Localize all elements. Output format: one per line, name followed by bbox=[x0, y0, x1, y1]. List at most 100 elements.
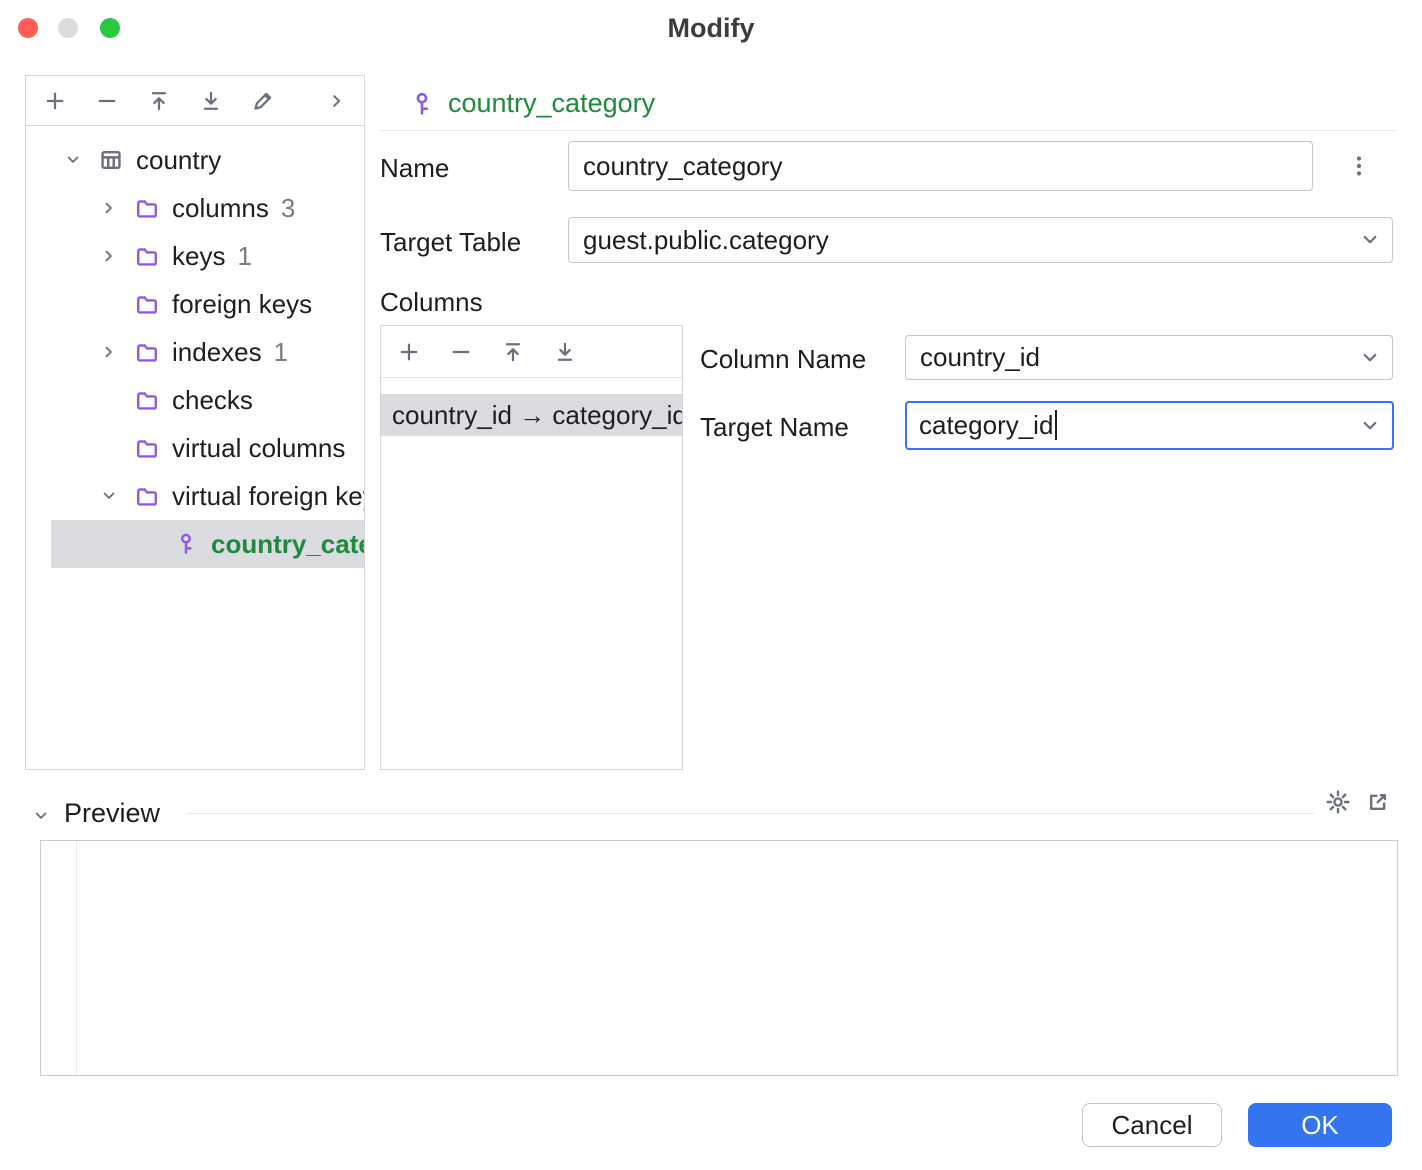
chevron-down-icon[interactable] bbox=[96, 486, 122, 506]
titlebar: Modify bbox=[0, 0, 1422, 56]
divider bbox=[378, 130, 1398, 131]
remove-button[interactable] bbox=[90, 84, 124, 118]
tree-item-count: 1 bbox=[237, 241, 251, 272]
remove-icon bbox=[449, 340, 473, 364]
tree-item-label: country_category bbox=[211, 529, 364, 560]
tree-item-country-category-selected[interactable]: country_category bbox=[51, 520, 364, 568]
columns-panel: country_id → category_id bbox=[380, 325, 683, 770]
ok-button[interactable]: OK bbox=[1248, 1103, 1392, 1147]
chevron-right-icon[interactable] bbox=[96, 342, 122, 362]
add-icon bbox=[397, 340, 421, 364]
editor-gutter-divider bbox=[76, 841, 77, 1075]
target-table-select[interactable]: guest.public.category bbox=[568, 217, 1393, 263]
folder-icon bbox=[134, 339, 160, 365]
object-tree-panel: country columns 3 keys 1 foreign keys bbox=[25, 75, 365, 770]
modify-dialog: Modify country columns 3 bbox=[0, 0, 1422, 1170]
tree-item-checks[interactable]: checks bbox=[26, 376, 364, 424]
name-options-button[interactable] bbox=[1342, 146, 1376, 186]
remove-column-button[interactable] bbox=[444, 335, 478, 369]
move-down-button[interactable] bbox=[194, 84, 228, 118]
tree-item-country[interactable]: country bbox=[26, 136, 364, 184]
tree-item-columns[interactable]: columns 3 bbox=[26, 184, 364, 232]
columns-section-label: Columns bbox=[380, 287, 483, 318]
preview-settings-button[interactable] bbox=[1322, 786, 1354, 818]
key-icon bbox=[408, 90, 436, 118]
window-title: Modify bbox=[0, 13, 1422, 44]
move-column-up-button[interactable] bbox=[496, 335, 530, 369]
tree-item-label: indexes bbox=[172, 337, 262, 368]
tree-item-virtual-foreign-keys[interactable]: virtual foreign keys bbox=[26, 472, 364, 520]
folder-icon bbox=[134, 483, 160, 509]
open-in-window-button[interactable] bbox=[1362, 786, 1394, 818]
tree-item-count: 1 bbox=[274, 337, 288, 368]
add-icon bbox=[43, 89, 67, 113]
chevron-right-icon bbox=[326, 90, 348, 112]
tree-toolbar bbox=[26, 76, 364, 126]
preview-section-label: Preview bbox=[64, 798, 160, 829]
name-input[interactable] bbox=[568, 141, 1313, 191]
target-name-value: category_id bbox=[919, 410, 1358, 441]
folder-icon bbox=[134, 195, 160, 221]
form-header-title: country_category bbox=[448, 88, 655, 119]
chevron-down-icon[interactable] bbox=[60, 150, 86, 170]
edit-icon bbox=[251, 89, 275, 113]
folder-icon bbox=[134, 243, 160, 269]
tree-item-indexes[interactable]: indexes 1 bbox=[26, 328, 364, 376]
object-tree: country columns 3 keys 1 foreign keys bbox=[26, 126, 364, 568]
move-down-icon bbox=[553, 340, 577, 364]
remove-icon bbox=[95, 89, 119, 113]
tree-item-label: columns bbox=[172, 193, 269, 224]
columns-list: country_id → category_id bbox=[381, 378, 682, 436]
column-mapping-label: country_id → category_id bbox=[392, 400, 682, 431]
target-name-text: category_id bbox=[919, 410, 1053, 440]
tree-item-count: 3 bbox=[281, 193, 295, 224]
open-in-window-icon bbox=[1365, 789, 1391, 815]
table-icon bbox=[98, 147, 124, 173]
form-header: country_category bbox=[408, 88, 655, 119]
preview-editor[interactable] bbox=[40, 840, 1398, 1076]
tree-item-foreign-keys[interactable]: foreign keys bbox=[26, 280, 364, 328]
move-column-down-button[interactable] bbox=[548, 335, 582, 369]
move-down-icon bbox=[199, 89, 223, 113]
add-button[interactable] bbox=[38, 84, 72, 118]
add-column-button[interactable] bbox=[392, 335, 426, 369]
chevron-down-icon bbox=[1358, 228, 1382, 252]
target-table-value: guest.public.category bbox=[583, 225, 1358, 256]
chevron-down-icon bbox=[31, 806, 51, 826]
text-caret bbox=[1055, 410, 1057, 440]
tree-item-label: virtual columns bbox=[172, 433, 345, 464]
name-label: Name bbox=[380, 153, 449, 184]
move-up-icon bbox=[147, 89, 171, 113]
target-name-select[interactable]: category_id bbox=[905, 401, 1394, 450]
chevron-right-icon[interactable] bbox=[96, 246, 122, 266]
tree-item-label: keys bbox=[172, 241, 225, 272]
tree-item-label: country bbox=[136, 145, 221, 176]
column-name-select[interactable]: country_id bbox=[905, 335, 1393, 380]
tree-item-label: virtual foreign keys bbox=[172, 481, 364, 512]
kebab-menu-icon bbox=[1346, 153, 1372, 179]
chevron-down-icon bbox=[1358, 346, 1382, 370]
gear-icon bbox=[1325, 789, 1351, 815]
chevron-down-icon bbox=[1358, 414, 1382, 438]
move-up-button[interactable] bbox=[142, 84, 176, 118]
column-name-value: country_id bbox=[920, 342, 1358, 373]
target-name-label: Target Name bbox=[700, 412, 849, 443]
cancel-button[interactable]: Cancel bbox=[1082, 1103, 1222, 1147]
column-mapping-row-selected[interactable]: country_id → category_id bbox=[381, 394, 682, 436]
toolbar-more-button[interactable] bbox=[320, 84, 354, 118]
chevron-right-icon[interactable] bbox=[96, 198, 122, 218]
tree-item-virtual-columns[interactable]: virtual columns bbox=[26, 424, 364, 472]
columns-toolbar bbox=[381, 326, 682, 378]
folder-icon bbox=[134, 387, 160, 413]
edit-button[interactable] bbox=[246, 84, 280, 118]
move-up-icon bbox=[501, 340, 525, 364]
key-icon bbox=[173, 531, 199, 557]
folder-icon bbox=[134, 291, 160, 317]
tree-item-label: foreign keys bbox=[172, 289, 312, 320]
tree-item-keys[interactable]: keys 1 bbox=[26, 232, 364, 280]
target-table-label: Target Table bbox=[380, 227, 521, 258]
folder-icon bbox=[134, 435, 160, 461]
column-name-label: Column Name bbox=[700, 344, 866, 375]
preview-collapse-toggle[interactable] bbox=[26, 801, 56, 831]
tree-item-label: checks bbox=[172, 385, 253, 416]
